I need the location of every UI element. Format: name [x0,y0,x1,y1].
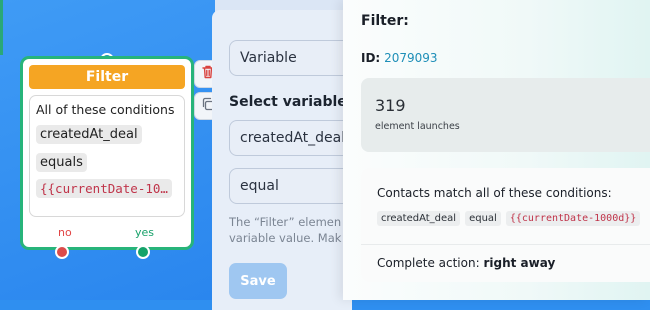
element-stats-panel: Filter: ID: 2079093 319 element launches… [343,0,650,300]
filter-node-title: Filter [29,65,185,89]
condition-value: {{currentDate-10… [36,179,172,198]
settings-panel-body: Variable Select variable createdAt_deal … [212,10,359,310]
output-port-no[interactable] [55,245,69,259]
conditions-heading: All of these conditions [36,102,175,117]
select-variable-label: Select variable [229,94,347,110]
complete-action: Complete action: right away [377,256,555,270]
launches-card: 319 element launches [361,78,650,152]
element-id-value[interactable]: 2079093 [384,51,437,65]
summary-operator-chip: equal [465,211,501,226]
stats-title: Filter: [361,13,409,29]
filter-node[interactable]: Filter All of these conditions createdAt… [20,56,194,250]
variable-select[interactable]: createdAt_deal [229,120,359,156]
incoming-connection [0,0,6,55]
complete-action-label: Complete action: [377,256,480,270]
condition-type-select[interactable]: Variable [229,40,359,76]
hint-line: The “Filter” elemen [229,215,342,229]
divider [361,244,650,245]
flow-canvas[interactable]: Filter All of these conditions createdAt… [0,0,222,300]
filter-node-conditions: All of these conditions createdAt_deal e… [29,95,185,217]
element-id: ID: 2079093 [361,51,438,65]
conditions-chips: createdAt_deal equal {{currentDate-1000d… [377,211,641,226]
condition-operator: equals [36,153,87,172]
output-yes-label: yes [135,226,155,239]
conditions-card: Contacts match all of these conditions: … [361,168,650,282]
summary-value-chip: {{currentDate-1000d}} [505,211,641,226]
output-no-label: no [58,226,72,239]
launch-count-label: element launches [375,121,460,132]
complete-action-value: right away [483,256,556,270]
condition-variable: createdAt_deal [36,125,142,144]
element-id-label: ID: [361,51,381,65]
conditions-summary-heading: Contacts match all of these conditions: [377,186,612,200]
settings-panel: Variable Select variable createdAt_deal … [212,0,359,310]
summary-variable-chip: createdAt_deal [377,211,461,226]
output-port-yes[interactable] [136,245,150,259]
launch-count: 319 [375,96,406,115]
hint-line: variable value. Mak [229,231,342,245]
operator-select[interactable]: equal [229,168,359,204]
save-button[interactable]: Save [229,263,287,299]
filter-hint-text: The “Filter” elemen variable value. Mak [229,214,349,246]
